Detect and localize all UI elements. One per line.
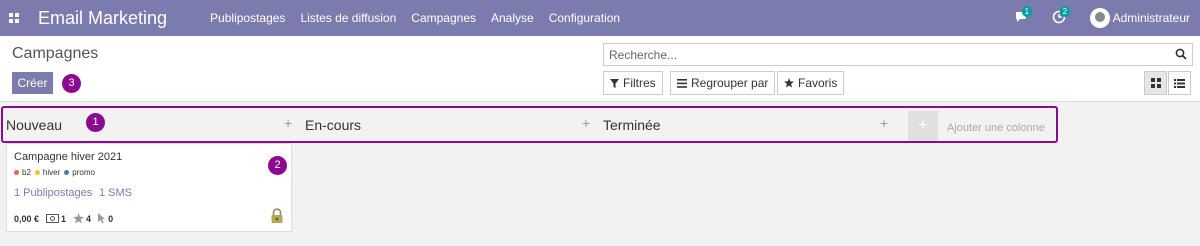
group-by-button[interactable]: Regrouper par bbox=[670, 71, 776, 95]
menu-configuration[interactable]: Configuration bbox=[549, 11, 620, 25]
rating-count: 4 bbox=[86, 213, 92, 224]
add-column-button[interactable]: + bbox=[908, 111, 938, 141]
star-icon bbox=[73, 213, 85, 224]
opens-count: 0 bbox=[108, 213, 114, 224]
tag-color-dot bbox=[64, 170, 70, 175]
favorites-button[interactable]: Favoris bbox=[777, 71, 845, 95]
card-footer: 0,00 € 1 4 0 bbox=[14, 213, 120, 224]
systray: 1 2 Administrateur bbox=[1014, 0, 1200, 36]
list-icon bbox=[1174, 78, 1185, 88]
tag-label: b2 bbox=[22, 168, 31, 177]
menu-campagnes[interactable]: Campagnes bbox=[411, 11, 476, 25]
card-title: Campagne hiver 2021 bbox=[14, 151, 123, 163]
filters-label: Filtres bbox=[623, 76, 656, 90]
search-bar bbox=[603, 43, 1193, 66]
messages-count-badge: 1 bbox=[1021, 6, 1033, 17]
create-button[interactable]: Créer bbox=[12, 72, 53, 94]
tag: hiver bbox=[34, 168, 61, 177]
tag-color-dot bbox=[14, 170, 19, 175]
app-title[interactable]: Email Marketing bbox=[38, 8, 167, 29]
filter-icon bbox=[610, 78, 619, 88]
list-view-button[interactable] bbox=[1168, 71, 1191, 95]
opens-stat: 0 bbox=[98, 213, 113, 224]
rating-stat: 4 bbox=[73, 213, 91, 224]
mailings-link[interactable]: 1 Publipostages bbox=[14, 187, 92, 199]
lock-icon[interactable] bbox=[270, 208, 284, 224]
messages-button[interactable]: 1 bbox=[1014, 6, 1033, 26]
plus-icon[interactable]: + bbox=[582, 115, 590, 131]
columns-highlight bbox=[1, 106, 1058, 143]
tag: b2 bbox=[14, 168, 31, 177]
clicks-count: 1 bbox=[61, 213, 67, 224]
search-input[interactable] bbox=[604, 44, 1164, 65]
top-navbar: Email Marketing Publipostages Listes de … bbox=[0, 0, 1200, 36]
favorites-label: Favoris bbox=[798, 76, 838, 90]
main-menu: Publipostages Listes de diffusion Campag… bbox=[210, 11, 635, 25]
column-title-terminee[interactable]: Terminée bbox=[603, 117, 661, 133]
menu-publipostages[interactable]: Publipostages bbox=[210, 11, 285, 25]
tag-color-dot bbox=[34, 170, 40, 175]
plus-icon[interactable]: + bbox=[284, 115, 292, 131]
avatar[interactable] bbox=[1089, 8, 1110, 28]
amount-value: 0,00 € bbox=[14, 213, 40, 224]
kanban-icon bbox=[1150, 78, 1161, 88]
user-name[interactable]: Administrateur bbox=[1113, 11, 1190, 25]
marker-1: 1 bbox=[86, 113, 105, 132]
add-column-label[interactable]: Ajouter une colonne bbox=[947, 122, 1045, 134]
group-by-label: Regrouper par bbox=[691, 76, 769, 90]
control-panel: Campagnes Créer 3 Filtres Regrouper par … bbox=[0, 36, 1200, 102]
list-icon bbox=[677, 78, 687, 88]
sms-link[interactable]: 1 SMS bbox=[99, 187, 132, 199]
star-icon bbox=[784, 78, 794, 88]
activities-button[interactable]: 2 bbox=[1052, 6, 1071, 26]
search-icon[interactable] bbox=[1175, 48, 1187, 60]
page-title: Campagnes bbox=[12, 45, 99, 62]
tag: promo bbox=[64, 168, 95, 177]
cursor-icon bbox=[98, 213, 106, 224]
filters-button[interactable]: Filtres bbox=[603, 71, 663, 95]
marker-3: 3 bbox=[62, 74, 81, 93]
card-tags: b2 hiver promo bbox=[14, 168, 99, 177]
column-title-nouveau[interactable]: Nouveau bbox=[6, 117, 62, 133]
clicks-stat: 1 bbox=[46, 214, 66, 224]
marker-2: 2 bbox=[268, 156, 287, 175]
kanban-card[interactable]: Campagne hiver 2021 2 b2 hiver promo 1 P… bbox=[6, 143, 292, 232]
column-title-en-cours[interactable]: En-cours bbox=[305, 117, 361, 133]
money-icon bbox=[46, 214, 60, 223]
menu-analyse[interactable]: Analyse bbox=[491, 11, 534, 25]
menu-listes-de-diffusion[interactable]: Listes de diffusion bbox=[300, 11, 396, 25]
tag-label: hiver bbox=[42, 168, 61, 177]
kanban-board: Nouveau 1 + En-cours + Terminée + + Ajou… bbox=[0, 103, 1200, 246]
activities-count-badge: 2 bbox=[1059, 6, 1071, 17]
plus-icon[interactable]: + bbox=[880, 115, 888, 131]
apps-icon[interactable] bbox=[9, 13, 19, 23]
kanban-view-button[interactable] bbox=[1144, 71, 1167, 95]
tag-label: promo bbox=[72, 168, 95, 177]
